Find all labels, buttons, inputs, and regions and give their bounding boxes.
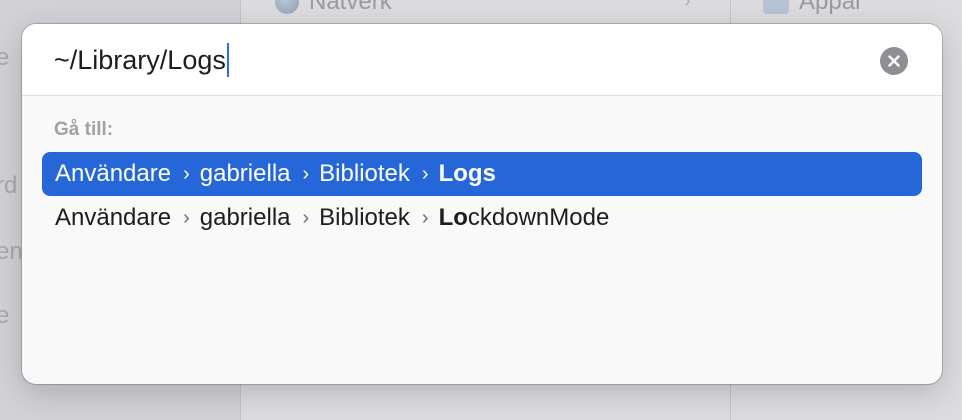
chevron-right-icon: › [421,162,429,185]
apps-row: Appar [763,0,863,16]
chevron-right-icon: › [421,206,429,229]
sidebar-fragment: en [0,238,23,265]
go-to-folder-dialog: ~/Library/Logs Gå till: Användare › gabr… [22,24,942,384]
path-segment: Användare [55,160,172,187]
chevron-right-icon: › [684,0,691,12]
applications-folder-icon [763,0,789,14]
goto-label: Gå till: [54,119,114,140]
network-row: Nätverk [275,0,392,16]
chevron-right-icon: › [302,162,310,185]
result-item-lockdownmode[interactable]: Användare › gabriella › Bibliotek › Lo ck… [42,196,922,240]
path-segment: gabriella [199,204,291,231]
close-circle-icon [888,55,900,67]
path-segment: Bibliotek [319,160,410,187]
path-input[interactable]: ~/Library/Logs [54,41,229,79]
path-input-value: ~/Library/Logs [54,45,226,75]
apps-label: Appar [799,0,864,15]
sidebar-fragment: rd [0,172,18,199]
globe-icon [275,0,299,14]
sidebar-fragment: e [0,44,10,71]
sidebar-fragment: e [0,302,10,329]
path-segment: Användare [55,204,172,231]
path-segment-rest: ckdownMode [467,204,610,231]
chevron-right-icon: › [183,162,190,185]
path-segment-match: Lo [438,204,468,231]
chevron-right-icon: › [183,206,190,229]
path-segment: gabriella [199,160,291,187]
network-label: Nätverk [309,0,392,15]
clear-button[interactable] [880,47,908,75]
chevron-right-icon: › [302,206,310,229]
result-item-logs[interactable]: Användare › gabriella › Bibliotek › Logs [42,152,922,196]
path-segment-match: Logs [438,160,496,187]
path-segment: Bibliotek [319,204,410,231]
text-caret [226,43,229,77]
dialog-header: ~/Library/Logs [22,24,942,96]
